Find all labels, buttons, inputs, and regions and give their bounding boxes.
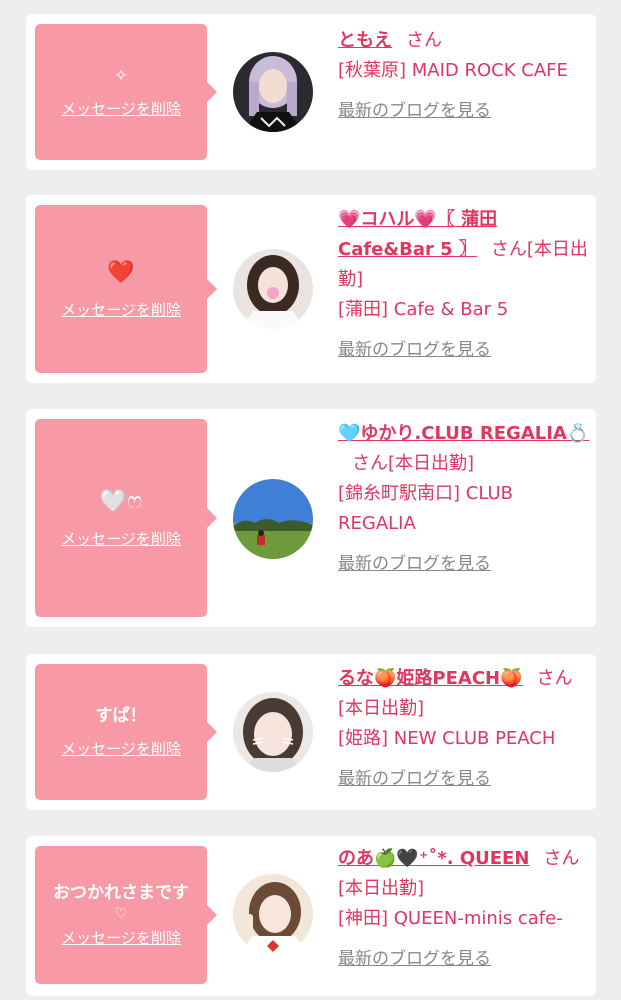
avatar[interactable]: [233, 874, 313, 954]
latest-blog-link[interactable]: 最新のブログを見る: [338, 335, 491, 365]
san-label: さん: [352, 453, 388, 474]
delete-message-link[interactable]: メッセージを削除: [61, 299, 181, 320]
member-name-link[interactable]: 💗コハル💗〖 蒲田Cafe&Bar 5 〗: [338, 209, 497, 260]
shop-text: [神田] QUEEN-minis cafe-: [338, 908, 563, 929]
member-name-link[interactable]: るな🍑姫路PEACH🍑: [338, 668, 523, 689]
avatar[interactable]: [233, 52, 313, 132]
latest-blog-link[interactable]: 最新のブログを見る: [338, 549, 491, 579]
member-name-link[interactable]: 🩵ゆかり.CLUB REGALIA💍: [338, 423, 589, 444]
list-item: ❤️ メッセージを削除 💗コハル💗〖 蒲田Cafe&Bar 5 〗さん[本日出勤…: [26, 195, 596, 383]
member-info: のあ🍏🖤⁺˚*. QUEEN さん [本日出勤] [神田] QUEEN-minis …: [338, 844, 590, 974]
san-label: さん: [543, 848, 580, 869]
message-text: ✧: [113, 65, 129, 86]
delete-message-link[interactable]: メッセージを削除: [61, 927, 181, 948]
list-item: すぱ！ メッセージを削除 るな🍑姫路PEACH🍑 さん [本日出勤] [姫路] NE…: [26, 654, 596, 810]
shop-text: [秋葉原] MAID ROCK CAFE: [338, 60, 568, 81]
san-label: さん: [406, 30, 442, 51]
girl-portrait-peace-icon: [233, 874, 313, 954]
member-info: ともえ さん [秋葉原] MAID ROCK CAFE 最新のブログを見る: [338, 26, 590, 126]
message-bubble: ✧ メッセージを削除: [35, 24, 217, 160]
delete-message-link[interactable]: メッセージを削除: [61, 738, 181, 759]
girl-portrait-dark-icon: [233, 52, 313, 132]
member-info: 🩵ゆかり.CLUB REGALIA💍 さん[本日出勤] [錦糸町駅南口] CLUB…: [338, 419, 590, 579]
list-item: ✧ メッセージを削除 ともえ さん [秋葉原] MAID ROCK CAFE 最新…: [26, 14, 596, 170]
message-bubble: ❤️ メッセージを削除: [35, 205, 217, 373]
delete-message-link[interactable]: メッセージを削除: [61, 528, 181, 549]
latest-blog-link[interactable]: 最新のブログを見る: [338, 944, 491, 974]
heart-icon: ♡: [114, 906, 128, 923]
message-text: 🤍ෆ: [99, 489, 143, 515]
status-text: [本日出勤]: [338, 698, 425, 719]
girl-portrait-cat-icon: [233, 692, 313, 772]
shop-text: [錦糸町駅南口] CLUB REGALIA: [338, 483, 513, 534]
san-label: さん: [490, 239, 527, 260]
latest-blog-link[interactable]: 最新のブログを見る: [338, 764, 491, 794]
message-bubble: 🤍ෆ メッセージを削除: [35, 419, 217, 617]
avatar[interactable]: [233, 249, 313, 329]
member-name-link[interactable]: ともえ: [338, 30, 392, 51]
avatar[interactable]: [233, 692, 313, 772]
message-list: ✧ メッセージを削除 ともえ さん [秋葉原] MAID ROCK CAFE 最新…: [0, 0, 621, 1000]
avatar[interactable]: [233, 479, 313, 559]
girl-portrait-white-icon: [233, 249, 313, 329]
park-landscape-icon: [233, 479, 313, 559]
san-label: さん: [536, 668, 573, 689]
list-item: 🤍ෆ メッセージを削除 🩵ゆかり.CLUB REGALIA💍 さん[本日出勤] […: [26, 409, 596, 627]
status-text: [本日出勤]: [338, 878, 425, 899]
message-bubble: おつかれさまです ♡ メッセージを削除: [35, 846, 217, 984]
member-info: るな🍑姫路PEACH🍑 さん[本日出勤] [姫路] NEW CLUB PEACH …: [338, 664, 590, 794]
delete-message-link[interactable]: メッセージを削除: [61, 98, 181, 119]
member-name-link[interactable]: のあ🍏🖤⁺˚*. QUEEN: [338, 848, 529, 869]
member-info: 💗コハル💗〖 蒲田Cafe&Bar 5 〗さん[本日出勤] [蒲田] Cafe …: [338, 205, 590, 365]
message-text: おつかれさまです: [53, 882, 189, 903]
message-text: ❤️: [107, 260, 135, 286]
message-bubble: すぱ！ メッセージを削除: [35, 664, 217, 800]
latest-blog-link[interactable]: 最新のブログを見る: [338, 96, 491, 126]
status-text: [本日出勤]: [388, 453, 475, 474]
message-text: すぱ！: [95, 705, 147, 726]
shop-text: [蒲田] Cafe & Bar 5: [338, 299, 509, 320]
shop-text: [姫路] NEW CLUB PEACH: [338, 728, 556, 749]
list-item: おつかれさまです ♡ メッセージを削除 のあ🍏🖤⁺˚*. QUEEN さん [本日出…: [26, 836, 596, 996]
